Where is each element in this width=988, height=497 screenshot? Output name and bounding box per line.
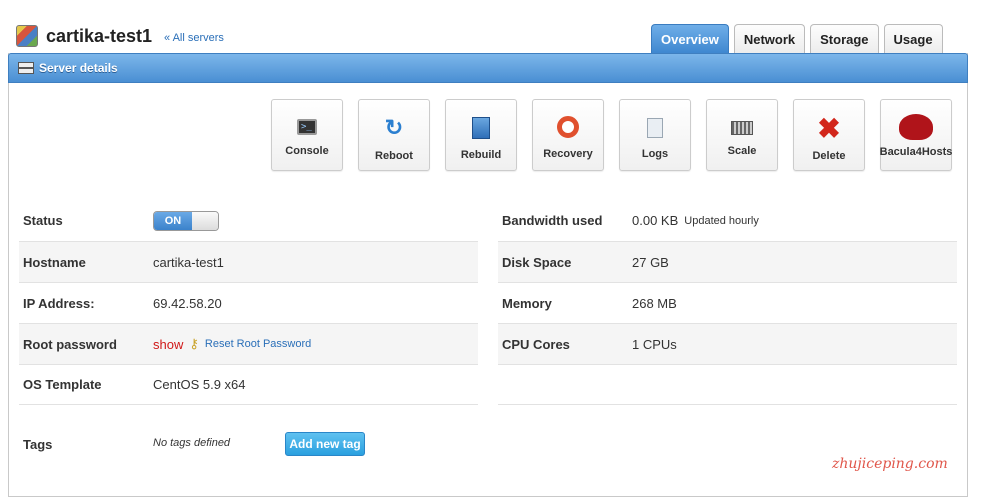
scale-icon xyxy=(731,121,753,135)
server-icon xyxy=(16,25,38,47)
cpu-cores-label: CPU Cores xyxy=(502,336,570,352)
hostname-row: Hostname cartika-test1 xyxy=(19,241,478,282)
tab-storage[interactable]: Storage xyxy=(810,24,879,54)
os-template-value: CentOS 5.9 x64 xyxy=(153,377,246,392)
status-toggle[interactable]: ON xyxy=(153,210,219,231)
root-password-label: Root password xyxy=(23,336,117,352)
bandwidth-note: Updated hourly xyxy=(684,214,759,227)
disk-space-row: Disk Space 27 GB xyxy=(498,241,957,282)
console-icon: >_ xyxy=(297,119,317,135)
root-password-row: Root password show ⚷ Reset Root Password xyxy=(19,323,478,364)
bandwidth-row: Bandwidth used 0.00 KB Updated hourly xyxy=(498,200,957,241)
ip-value: 69.42.58.20 xyxy=(153,295,222,311)
bandwidth-amount: 0.00 KB xyxy=(632,213,679,228)
disk-space-value: 27 GB xyxy=(632,254,669,270)
action-toolbar: >_ Console ↻ Reboot Rebuild Recovery Log… xyxy=(271,99,952,171)
hostname-value: cartika-test1 xyxy=(153,254,224,270)
status-row: Status ON xyxy=(19,200,478,241)
delete-label: Delete xyxy=(812,150,846,162)
tags-value: No tags defined xyxy=(153,437,231,449)
cpu-cores-value: 1 CPUs xyxy=(632,336,677,352)
logs-label: Logs xyxy=(641,148,669,160)
reboot-icon: ↻ xyxy=(384,115,404,140)
all-servers-link[interactable]: « All servers xyxy=(164,32,224,44)
ip-row: IP Address: 69.42.58.20 xyxy=(19,282,478,323)
key-icon: ⚷ xyxy=(189,336,199,351)
os-template-label: OS Template xyxy=(23,377,102,392)
reboot-label: Reboot xyxy=(375,150,413,162)
cpu-cores-row: CPU Cores 1 CPUs xyxy=(498,323,957,364)
recovery-button[interactable]: Recovery xyxy=(532,99,604,171)
scale-button[interactable]: Scale xyxy=(706,99,778,171)
rebuild-icon xyxy=(472,117,490,139)
reboot-button[interactable]: ↻ Reboot xyxy=(358,99,430,171)
tab-overview[interactable]: Overview xyxy=(651,24,729,54)
show-password-link[interactable]: show xyxy=(153,337,183,352)
bacula-icon xyxy=(899,114,933,140)
scale-label: Scale xyxy=(727,145,757,157)
empty-row xyxy=(498,364,957,405)
tab-network[interactable]: Network xyxy=(733,24,806,54)
console-label: Console xyxy=(285,145,329,157)
memory-row: Memory 268 MB xyxy=(498,282,957,323)
tags-label: Tags xyxy=(23,437,53,452)
page-title: cartika-test1 xyxy=(46,26,153,46)
tab-bar: Overview Network Storage Usage xyxy=(651,24,943,54)
status-label: Status xyxy=(23,213,63,228)
os-template-row: OS Template CentOS 5.9 x64 xyxy=(19,364,478,405)
add-new-tag-button[interactable]: Add new tag xyxy=(285,432,365,456)
bandwidth-label: Bandwidth used xyxy=(502,213,603,228)
delete-icon: ✖ xyxy=(817,112,841,144)
logs-button[interactable]: Logs xyxy=(619,99,691,171)
delete-button[interactable]: ✖ Delete xyxy=(793,99,865,171)
memory-label: Memory xyxy=(502,295,552,311)
rebuild-label: Rebuild xyxy=(460,149,502,161)
memory-value: 268 MB xyxy=(632,295,677,311)
bacula4hosts-label: Bacula4Hosts xyxy=(879,146,953,158)
bandwidth-value: 0.00 KB Updated hourly xyxy=(632,213,759,228)
panel-title: Server details xyxy=(39,61,118,75)
rebuild-button[interactable]: Rebuild xyxy=(445,99,517,171)
watermark: zhujiceping.com xyxy=(832,456,948,472)
root-password-actions: show ⚷ Reset Root Password xyxy=(153,336,311,352)
tab-usage[interactable]: Usage xyxy=(883,24,943,54)
recovery-label: Recovery xyxy=(543,148,593,160)
logs-icon xyxy=(647,118,663,138)
reset-root-password-link[interactable]: Reset Root Password xyxy=(205,338,311,350)
top-bar: cartika-test1 « All servers Overview Net… xyxy=(0,0,988,54)
panel-header: Server details xyxy=(8,53,968,83)
server-stack-icon xyxy=(17,61,34,75)
bacula4hosts-button[interactable]: Bacula4Hosts xyxy=(880,99,952,171)
console-button[interactable]: >_ Console xyxy=(271,99,343,171)
recovery-icon xyxy=(557,116,579,138)
status-toggle-on: ON xyxy=(154,211,192,230)
hostname-label: Hostname xyxy=(23,254,86,270)
status-toggle-knob xyxy=(192,211,218,230)
disk-space-label: Disk Space xyxy=(502,254,572,270)
ip-label: IP Address: xyxy=(23,295,95,311)
